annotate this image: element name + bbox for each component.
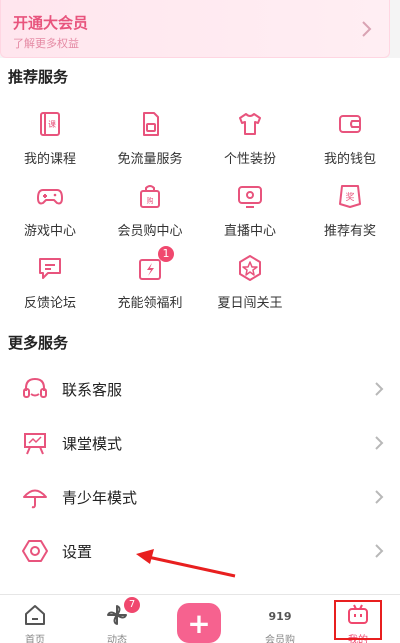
grid-item-label: 夏日闯关王: [217, 296, 283, 311]
tab-label: 会员购: [265, 635, 295, 643]
grid-item-wallet[interactable]: 我的钱包: [300, 110, 400, 174]
svg-text:奖: 奖: [345, 191, 354, 203]
vip-subtitle: 了解更多权益: [13, 37, 79, 50]
tv-icon: [238, 186, 262, 208]
vip-banner[interactable]: 开通大会员 了解更多权益: [0, 0, 390, 58]
plus-icon: +: [187, 607, 211, 640]
grid-item-label: 推荐有奖: [323, 224, 376, 239]
grid-item-label: 反馈论坛: [23, 296, 76, 311]
chat-bubble-icon: [39, 258, 61, 279]
services-panel: 推荐服务 课 我的课程 免流量服务 个性装扮 我的钱包 游戏中心 购 会员购中心…: [0, 58, 400, 594]
notification-badge: 1: [158, 246, 174, 262]
sim-card-icon: [143, 112, 159, 136]
classroom-icon: [24, 433, 46, 455]
headset-icon: [23, 377, 47, 398]
chevron-right-icon: [362, 21, 372, 37]
chevron-right-icon: [375, 382, 384, 396]
tab-home[interactable]: 首页: [0, 595, 70, 643]
course-book-icon: 课: [40, 112, 60, 136]
more-title: 更多服务: [8, 334, 69, 352]
grid-item-label: 充能领福利: [117, 296, 183, 311]
annotation-arrow-icon: [136, 549, 236, 578]
tshirt-icon: [239, 113, 261, 135]
list-item-label: 青少年模式: [62, 489, 138, 507]
vip-title: 开通大会员: [13, 14, 89, 32]
grid-item-referral[interactable]: 奖 推荐有奖: [300, 182, 400, 246]
grid-item-member-shop[interactable]: 购 会员购中心: [100, 182, 200, 246]
grid-item-live-center[interactable]: 直播中心: [200, 182, 300, 246]
home-icon: [25, 605, 45, 625]
notification-badge: 7: [124, 597, 140, 613]
chevron-right-icon: [375, 490, 384, 504]
list-item-label: 课堂模式: [62, 435, 123, 453]
annotation-highlight-box: [334, 600, 382, 640]
grid-item-my-course[interactable]: 课 我的课程: [0, 110, 100, 174]
list-item-label: 设置: [62, 543, 93, 561]
star-badge-icon: [239, 255, 261, 281]
tab-member-shop[interactable]: 919 会员购: [245, 595, 315, 643]
grid-item-dress-up[interactable]: 个性装扮: [200, 110, 300, 174]
reward-icon: 奖: [339, 185, 361, 208]
svg-text:购: 购: [147, 196, 154, 205]
recommended-title: 推荐服务: [8, 68, 69, 86]
grid-item-feedback[interactable]: 反馈论坛: [0, 254, 100, 318]
gamepad-icon: [37, 189, 63, 205]
svg-text:919: 919: [269, 610, 292, 623]
tab-label: 动态: [107, 635, 127, 643]
shop-919-icon: 919: [269, 610, 292, 623]
grid-item-free-data[interactable]: 免流量服务: [100, 110, 200, 174]
svg-text:课: 课: [48, 120, 56, 129]
grid-item-label: 游戏中心: [23, 224, 76, 239]
grid-item-label: 会员购中心: [117, 224, 183, 239]
grid-item-label: 我的钱包: [323, 152, 376, 167]
list-item-classroom-mode[interactable]: 课堂模式: [0, 416, 400, 470]
list-item-teen-mode[interactable]: 青少年模式: [0, 470, 400, 524]
tab-dynamics[interactable]: 7 动态: [82, 595, 152, 643]
umbrella-icon: [23, 489, 47, 509]
list-item-customer-service[interactable]: 联系客服: [0, 362, 400, 416]
grid-item-charge-benefit[interactable]: 1 充能领福利: [100, 246, 200, 318]
grid-item-label: 免流量服务: [117, 152, 183, 167]
grid-item-game-center[interactable]: 游戏中心: [0, 182, 100, 246]
chevron-right-icon: [375, 436, 384, 450]
settings-icon: [22, 540, 48, 562]
grid-item-label: 直播中心: [223, 224, 276, 239]
grid-item-label: 我的课程: [23, 152, 76, 167]
shopping-bag-icon: 购: [140, 185, 160, 208]
tab-label: 首页: [25, 635, 45, 643]
chevron-right-icon: [375, 544, 384, 558]
grid-item-summer-challenge[interactable]: 夏日闯关王: [200, 254, 300, 318]
list-item-label: 联系客服: [62, 381, 123, 399]
grid-item-label: 个性装扮: [223, 152, 276, 167]
publish-button[interactable]: +: [177, 603, 221, 643]
wallet-icon: [339, 115, 361, 133]
